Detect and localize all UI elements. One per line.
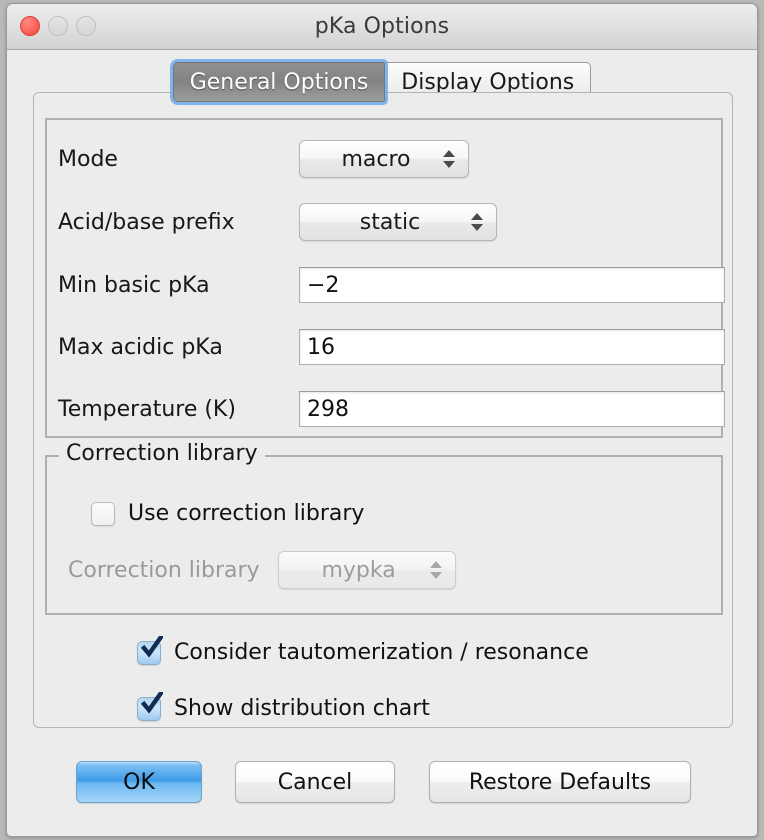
checkmark-icon <box>141 636 163 660</box>
chevron-updown-icon <box>430 558 442 582</box>
tab-general-options[interactable]: General Options <box>173 62 386 102</box>
use-correction-library-checkbox-row[interactable]: Use correction library <box>91 501 364 526</box>
min-basic-pka-value: −2 <box>307 273 339 298</box>
acid-base-prefix-dropdown-value: static <box>300 210 496 235</box>
tab-general-options-label: General Options <box>190 70 369 95</box>
cancel-button[interactable]: Cancel <box>235 761 395 803</box>
consider-tautomerization-label: Consider tautomerization / resonance <box>174 640 589 665</box>
ok-button[interactable]: OK <box>76 761 202 803</box>
max-acidic-pka-input[interactable]: 16 <box>299 329 725 365</box>
restore-defaults-button-label: Restore Defaults <box>469 770 651 795</box>
row-min-basic-pka: Min basic pKa −2 <box>47 264 721 306</box>
temperature-input[interactable]: 298 <box>299 391 725 427</box>
correction-library-group-title: Correction library <box>59 441 265 466</box>
correction-library-select-row: Correction library mypka <box>68 551 456 589</box>
general-options-panel: Mode macro Acid/base prefix static <box>33 92 733 728</box>
label-temperature: Temperature (K) <box>58 397 236 422</box>
show-distribution-chart-label: Show distribution chart <box>174 696 430 721</box>
temperature-value: 298 <box>307 397 349 422</box>
ok-button-label: OK <box>123 770 155 795</box>
checkmark-icon <box>141 692 163 716</box>
row-acid-base-prefix: Acid/base prefix static <box>47 201 721 243</box>
label-mode: Mode <box>58 147 118 172</box>
window-title: pKa Options <box>7 14 757 39</box>
mode-dropdown[interactable]: macro <box>299 140 469 178</box>
min-basic-pka-input[interactable]: −2 <box>299 267 725 303</box>
correction-library-groupbox: Correction library Use correction librar… <box>45 455 723 615</box>
show-distribution-chart-checkbox[interactable] <box>137 697 161 721</box>
correction-library-label: Correction library <box>68 558 260 583</box>
window-titlebar: pKa Options <box>7 4 757 50</box>
tab-display-options-label: Display Options <box>401 70 574 95</box>
use-correction-library-label: Use correction library <box>128 501 364 526</box>
cancel-button-label: Cancel <box>278 770 353 795</box>
label-max-acidic-pka: Max acidic pKa <box>58 335 223 360</box>
label-acid-base-prefix: Acid/base prefix <box>58 210 235 235</box>
restore-defaults-button[interactable]: Restore Defaults <box>429 761 691 803</box>
use-correction-library-checkbox[interactable] <box>91 502 115 526</box>
chevron-updown-icon <box>443 147 455 171</box>
consider-tautomerization-checkbox-row[interactable]: Consider tautomerization / resonance <box>137 640 589 665</box>
consider-tautomerization-checkbox[interactable] <box>137 641 161 665</box>
label-min-basic-pka: Min basic pKa <box>58 273 210 298</box>
acid-base-prefix-dropdown[interactable]: static <box>299 203 497 241</box>
row-mode: Mode macro <box>47 138 721 180</box>
max-acidic-pka-value: 16 <box>307 335 335 360</box>
pka-options-window: pKa Options General Options Display Opti… <box>6 3 758 837</box>
row-temperature: Temperature (K) 298 <box>47 388 721 430</box>
chevron-updown-icon <box>471 210 483 234</box>
show-distribution-chart-checkbox-row[interactable]: Show distribution chart <box>137 696 430 721</box>
row-max-acidic-pka: Max acidic pKa 16 <box>47 326 721 368</box>
dialog-button-bar: OK Cancel Restore Defaults <box>7 761 758 821</box>
general-settings-box: Mode macro Acid/base prefix static <box>45 118 723 438</box>
correction-library-dropdown[interactable]: mypka <box>278 551 456 589</box>
correction-library-dropdown-value: mypka <box>279 558 455 583</box>
